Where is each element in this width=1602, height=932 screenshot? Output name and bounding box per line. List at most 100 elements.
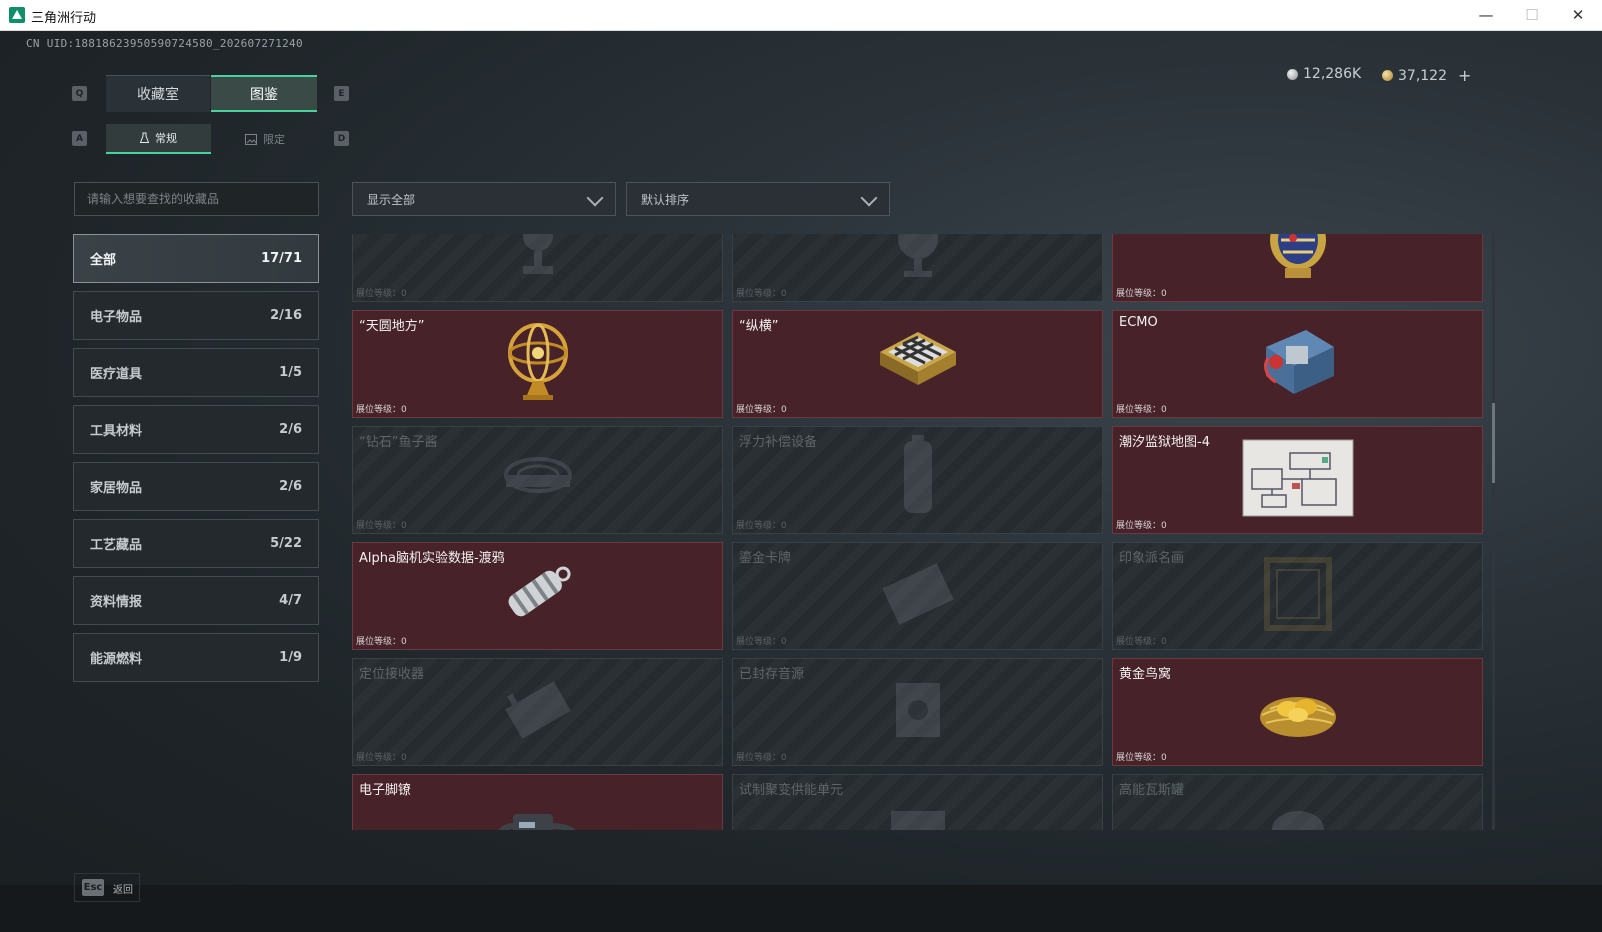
grid-scrollbar-track[interactable] [1492,234,1495,830]
collection-item-card[interactable]: 试制聚变供能单元展位等级：0 [732,774,1103,830]
item-name: ECMO [1119,315,1158,330]
category-count: 17/71 [261,251,302,266]
category-count: 2/6 [279,422,302,437]
tab-catalog[interactable]: 图鉴 [211,75,317,112]
user-uid: CN UID:18818623950590724580_202607271240 [26,37,303,50]
collection-item-card[interactable]: 展位等级：0 [732,234,1103,302]
item-name: 黄金鸟窝 [1119,667,1172,682]
item-name: 电子脚镣 [359,783,412,798]
key-hint-e: E [334,86,349,101]
item-name: Alpha脑机实验数据-渡鸦 [359,551,505,566]
item-display-level: 展位等级：0 [356,637,407,647]
display-filter-value: 显示全部 [367,192,416,207]
collection-item-card[interactable]: 展位等级：0 [352,234,723,302]
item-display-level: 展位等级：0 [736,405,787,415]
category-item[interactable]: 资料情报 4/7 [73,576,319,625]
chevron-down-icon [860,189,878,207]
category-count: 1/5 [279,365,302,380]
category-item[interactable]: 全部 17/71 [73,234,319,283]
category-label: 工具材料 [90,424,143,439]
collection-item-card[interactable]: 鎏金卡牌 展位等级：0 [732,542,1103,650]
key-hint-d: D [334,131,349,146]
tab-regular-label: 常规 [155,132,177,145]
collection-item-card[interactable]: 高能瓦斯罐展位等级：0 [1112,774,1483,830]
item-display-level: 展位等级：0 [356,405,407,415]
collection-item-card[interactable]: “天圆地方” 展位等级：0 [352,310,723,418]
item-display-level: 展位等级：0 [1116,521,1167,531]
grid-scrollbar-thumb[interactable] [1492,403,1495,483]
item-name: 潮汐监狱地图-4 [1119,435,1210,450]
collection-item-card[interactable]: 黄金鸟窝 展位等级：0 [1112,658,1483,766]
silver-coin-icon [1287,68,1298,80]
close-button[interactable]: ✕ [1555,0,1601,30]
painting-frame-icon [1263,556,1333,636]
item-display-level: 展位等级：0 [736,753,787,763]
window-title: 三角洲行动 [31,11,97,26]
back-label: 返回 [113,885,133,896]
chevron-down-icon [586,189,604,207]
silver-amount: 12,286K [1303,66,1362,82]
buoyancy-device-icon [898,435,938,525]
collection-item-card[interactable]: 潮汐监狱地图-4 展位等级：0 [1112,426,1483,534]
armillary-sphere-icon [503,319,573,409]
window-titlebar: 三角洲行动 — ☐ ✕ [0,0,1602,31]
category-item[interactable]: 电子物品 2/16 [73,291,319,340]
jeweled-egg-icon [1263,234,1333,286]
category-item[interactable]: 家居物品 2/6 [73,462,319,511]
category-item[interactable]: 工艺藏品 5/22 [73,519,319,568]
collection-item-card[interactable]: “纵横” 展位等级：0 [732,310,1103,418]
category-label: 医疗道具 [90,367,143,382]
collection-item-card[interactable]: 电子脚镣展位等级：0 [352,774,723,830]
item-name: 鎏金卡牌 [739,551,792,566]
add-currency-button[interactable]: + [1458,66,1471,85]
item-name: 已封存音源 [739,667,805,682]
category-count: 4/7 [279,593,302,608]
collection-search-input[interactable] [74,182,319,216]
key-hint-q: Q [72,86,87,101]
item-name: 印象派名画 [1119,551,1185,566]
item-display-level: 展位等级：0 [736,289,787,299]
silver-currency: 12,286K [1287,66,1361,82]
item-display-level: 展位等级：0 [1116,637,1167,647]
tab-collection-room[interactable]: 收藏室 [106,75,210,112]
minimize-button[interactable]: — [1463,0,1509,30]
globe-icon [888,234,948,285]
key-hint-a: A [72,131,87,146]
display-filter-dropdown[interactable]: 显示全部 [352,182,616,216]
gas-canister-icon [1268,801,1328,830]
collection-item-card[interactable]: 浮力补偿设备 展位等级：0 [732,426,1103,534]
flask-icon [140,132,149,143]
bottom-bar [0,885,1602,932]
esc-key-hint: Esc [82,879,104,896]
item-display-level: 展位等级：0 [1116,405,1167,415]
category-count: 1/9 [279,650,302,665]
item-name: 定位接收器 [359,667,425,682]
category-item[interactable]: 医疗道具 1/5 [73,348,319,397]
category-label: 电子物品 [90,310,143,325]
item-name: 浮力补偿设备 [739,435,818,450]
sort-order-dropdown[interactable]: 默认排序 [626,182,890,216]
tab-limited-label: 限定 [263,133,285,146]
gold-currency: 37,122 + [1382,66,1471,85]
game-viewport: CN UID:18818623950590724580_202607271240… [0,31,1602,932]
collection-item-card[interactable]: 展位等级：0 [1112,234,1483,302]
tab-limited[interactable]: 限定 [213,124,317,154]
item-name: “纵横” [739,319,779,334]
item-display-level: 展位等级：0 [356,521,407,531]
category-label: 能源燃料 [90,652,143,667]
category-item[interactable]: 能源燃料 1/9 [73,633,319,682]
collection-item-card[interactable]: 印象派名画展位等级：0 [1112,542,1483,650]
collection-item-card[interactable]: “钻石”鱼子酱 展位等级：0 [352,426,723,534]
sealed-audio-icon [888,675,948,749]
item-name: 高能瓦斯罐 [1119,783,1185,798]
tab-regular[interactable]: 常规 [106,124,211,154]
category-label: 全部 [90,253,117,268]
maximize-button[interactable]: ☐ [1509,0,1555,30]
collection-item-card[interactable]: Alpha脑机实验数据-渡鸦展位等级：0 [352,542,723,650]
collection-item-card[interactable]: ECMO 展位等级：0 [1112,310,1483,418]
item-display-level: 展位等级：0 [1116,289,1167,299]
collection-item-card[interactable]: 定位接收器 展位等级：0 [352,658,723,766]
collection-item-card[interactable]: 已封存音源展位等级：0 [732,658,1103,766]
category-item[interactable]: 工具材料 2/6 [73,405,319,454]
data-canister-icon [498,554,578,638]
